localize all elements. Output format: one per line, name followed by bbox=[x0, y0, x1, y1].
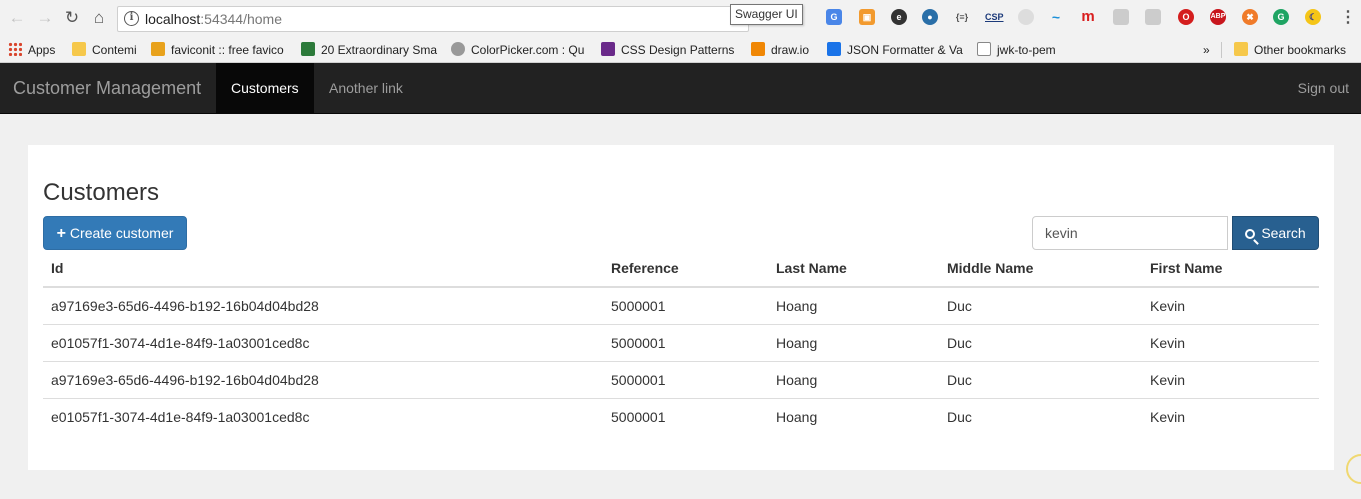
favicon-icon bbox=[301, 42, 315, 56]
extension-icon[interactable] bbox=[1018, 9, 1034, 25]
column-header: Last Name bbox=[768, 250, 939, 288]
adblock-icon[interactable]: ABP bbox=[1210, 9, 1226, 25]
nav-customers[interactable]: Customers bbox=[216, 63, 314, 113]
rss-icon[interactable] bbox=[1145, 9, 1161, 25]
apps-icon bbox=[8, 42, 22, 56]
cell-first-name: Kevin bbox=[1142, 323, 1319, 361]
favicon-icon bbox=[977, 42, 991, 56]
table-row[interactable]: e01057f1-3074-4d1e-84f9-1a03001ced8c 500… bbox=[43, 397, 1319, 435]
extension-icon[interactable]: ✖ bbox=[1242, 9, 1258, 25]
column-header: First Name bbox=[1142, 250, 1319, 288]
extension-icon[interactable]: ☾ bbox=[1305, 9, 1321, 25]
cell-id: e01057f1-3074-4d1e-84f9-1a03001ced8c bbox=[43, 397, 603, 435]
search-input[interactable] bbox=[1032, 216, 1228, 250]
cell-id: a97169e3-65d6-4496-b192-16b04d04bd28 bbox=[51, 297, 319, 314]
cell-reference: 5000001 bbox=[611, 297, 666, 314]
bookmark-item[interactable]: JSON Formatter & Va bbox=[827, 41, 965, 59]
cell-id: e01057f1-3074-4d1e-84f9-1a03001ced8c bbox=[43, 323, 603, 361]
extension-icon[interactable] bbox=[1113, 9, 1129, 25]
extension-icon[interactable]: CSP bbox=[985, 9, 1004, 25]
decorative-circle bbox=[1346, 454, 1361, 484]
cell-last-name: Hoang bbox=[776, 297, 818, 314]
drawio-icon bbox=[751, 42, 765, 56]
extension-icon[interactable]: {≡} bbox=[954, 9, 970, 25]
bookmark-item[interactable]: Contemi bbox=[72, 41, 137, 59]
extension-icon[interactable]: m bbox=[1080, 9, 1096, 25]
brand[interactable]: Customer Management bbox=[13, 63, 201, 113]
divider bbox=[1221, 42, 1222, 58]
cell-middle-name: Duc bbox=[939, 360, 1142, 398]
table-header-row: Id Reference Last Name Middle Name First… bbox=[43, 250, 1319, 288]
search-icon bbox=[1245, 229, 1256, 239]
search-button[interactable]: Search bbox=[1232, 216, 1319, 250]
folder-icon bbox=[72, 42, 86, 56]
app-navbar: Customer Management Customers Another li… bbox=[0, 63, 1361, 114]
plus-icon: + bbox=[56, 225, 66, 242]
cell-reference: 5000001 bbox=[603, 323, 768, 361]
favicon-icon bbox=[601, 42, 615, 56]
cell-last-name: Hoang bbox=[768, 397, 939, 435]
page-title: Customers bbox=[43, 179, 160, 206]
more-icon[interactable]: ⋮ bbox=[1340, 8, 1356, 28]
column-header: Id bbox=[43, 250, 603, 288]
customers-table: Id Reference Last Name Middle Name First… bbox=[43, 250, 1319, 435]
bookmarks-bar: Apps Contemi faviconit :: free favico 20… bbox=[0, 37, 1361, 63]
extension-icon[interactable]: ● bbox=[922, 9, 938, 25]
bookmarks-overflow[interactable]: » bbox=[1203, 41, 1210, 59]
bookmark-item[interactable]: 20 Extraordinary Sma bbox=[301, 41, 439, 59]
table-row[interactable]: e01057f1-3074-4d1e-84f9-1a03001ced8c 500… bbox=[43, 323, 1319, 361]
column-header: Reference bbox=[603, 250, 768, 288]
checkmark-icon bbox=[827, 42, 841, 56]
cell-last-name: Hoang bbox=[768, 360, 939, 398]
address-bar[interactable]: i localhost:54344/home bbox=[117, 6, 749, 32]
back-arrow-icon[interactable]: ← bbox=[7, 8, 27, 28]
bookmark-item[interactable]: CSS Design Patterns bbox=[601, 41, 739, 59]
extension-icon[interactable]: ~ bbox=[1048, 9, 1064, 25]
cell-reference: 5000001 bbox=[603, 360, 768, 398]
home-icon[interactable]: ⌂ bbox=[89, 8, 109, 28]
favicon-icon bbox=[451, 42, 465, 56]
sign-out-link[interactable]: Sign out bbox=[1298, 63, 1349, 113]
bookmark-item[interactable]: ColorPicker.com : Qu bbox=[451, 41, 589, 59]
cell-middle-name: Duc bbox=[939, 397, 1142, 435]
bookmark-item[interactable]: draw.io bbox=[751, 41, 809, 59]
bookmark-other[interactable]: Other bookmarks bbox=[1234, 41, 1346, 59]
cell-reference: 5000001 bbox=[603, 397, 768, 435]
tooltip: Swagger UI bbox=[730, 4, 803, 25]
translate-icon[interactable]: G bbox=[826, 9, 842, 25]
extension-icon[interactable]: G bbox=[1273, 9, 1289, 25]
create-customer-button[interactable]: + Create customer bbox=[43, 216, 187, 250]
bookmark-item[interactable]: jwk-to-pem bbox=[977, 41, 1056, 59]
cell-last-name: Hoang bbox=[768, 323, 939, 361]
folder-icon bbox=[1234, 42, 1248, 56]
extension-icon[interactable]: e bbox=[891, 9, 907, 25]
opera-icon[interactable]: O bbox=[1178, 9, 1194, 25]
column-header: Middle Name bbox=[939, 250, 1142, 288]
forward-arrow-icon[interactable]: → bbox=[35, 8, 55, 28]
extension-icon[interactable]: ▣ bbox=[859, 9, 875, 25]
star-icon bbox=[151, 42, 165, 56]
info-icon[interactable]: i bbox=[124, 11, 139, 26]
table-row[interactable]: a97169e3-65d6-4496-b192-16b04d04bd28 500… bbox=[43, 287, 1319, 324]
url-text: localhost:54344/home bbox=[145, 11, 282, 27]
bookmark-apps[interactable]: Apps bbox=[8, 41, 55, 59]
browser-toolbar: ← → ↻ ⌂ i localhost:54344/home Swagger U… bbox=[0, 0, 1361, 37]
cell-first-name: Kevin bbox=[1142, 360, 1319, 398]
cell-first-name: Kevin bbox=[1150, 297, 1186, 314]
nav-another-link[interactable]: Another link bbox=[314, 63, 418, 113]
table-row[interactable]: a97169e3-65d6-4496-b192-16b04d04bd28 500… bbox=[43, 360, 1319, 398]
customers-panel: Customers +Create customer Search Id Ref… bbox=[28, 145, 1334, 470]
bookmark-item[interactable]: faviconit :: free favico bbox=[151, 41, 289, 59]
reload-icon[interactable]: ↻ bbox=[62, 8, 82, 28]
cell-id: a97169e3-65d6-4496-b192-16b04d04bd28 bbox=[43, 360, 603, 398]
cell-first-name: Kevin bbox=[1142, 397, 1319, 435]
cell-middle-name: Duc bbox=[947, 297, 972, 314]
cell-middle-name: Duc bbox=[939, 323, 1142, 361]
